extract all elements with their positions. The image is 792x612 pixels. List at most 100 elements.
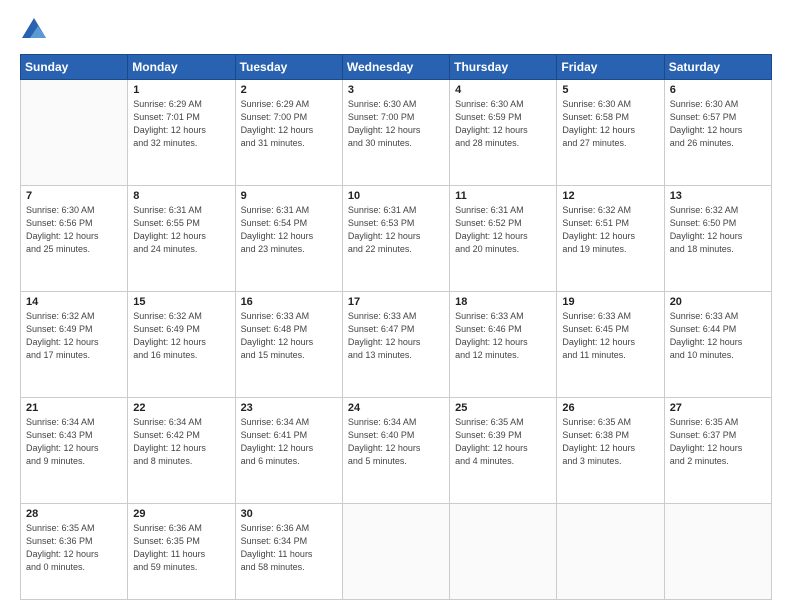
weekday-header-sunday: Sunday: [21, 55, 128, 80]
day-number: 19: [562, 296, 658, 308]
day-info: Sunrise: 6:31 AM Sunset: 6:54 PM Dayligh…: [241, 204, 337, 256]
logo-icon: [20, 16, 48, 44]
calendar-cell: 3 Sunrise: 6:30 AM Sunset: 7:00 PM Daylig…: [342, 80, 449, 186]
day-info: Sunrise: 6:35 AM Sunset: 6:38 PM Dayligh…: [562, 416, 658, 468]
day-number: 20: [670, 296, 766, 308]
page: SundayMondayTuesdayWednesdayThursdayFrid…: [0, 0, 792, 612]
calendar-cell: [664, 503, 771, 599]
calendar-cell: 28 Sunrise: 6:35 AM Sunset: 6:36 PM Dayli…: [21, 503, 128, 599]
calendar-cell: 22 Sunrise: 6:34 AM Sunset: 6:42 PM Dayli…: [128, 397, 235, 503]
week-row-2: 7 Sunrise: 6:30 AM Sunset: 6:56 PM Daylig…: [21, 185, 772, 291]
day-info: Sunrise: 6:30 AM Sunset: 6:59 PM Dayligh…: [455, 98, 551, 150]
day-number: 27: [670, 402, 766, 414]
day-number: 17: [348, 296, 444, 308]
day-info: Sunrise: 6:32 AM Sunset: 6:51 PM Dayligh…: [562, 204, 658, 256]
day-number: 23: [241, 402, 337, 414]
calendar-cell: 1Sunrise: 6:29 AM Sunset: 7:01 PM Daylig…: [128, 80, 235, 186]
day-info: Sunrise: 6:31 AM Sunset: 6:53 PM Dayligh…: [348, 204, 444, 256]
calendar-cell: 6 Sunrise: 6:30 AM Sunset: 6:57 PM Daylig…: [664, 80, 771, 186]
calendar-cell: 4 Sunrise: 6:30 AM Sunset: 6:59 PM Daylig…: [450, 80, 557, 186]
day-info: Sunrise: 6:31 AM Sunset: 6:55 PM Dayligh…: [133, 204, 229, 256]
day-info: Sunrise: 6:32 AM Sunset: 6:49 PM Dayligh…: [133, 310, 229, 362]
calendar-cell: 26 Sunrise: 6:35 AM Sunset: 6:38 PM Dayli…: [557, 397, 664, 503]
day-info: Sunrise: 6:30 AM Sunset: 6:57 PM Dayligh…: [670, 98, 766, 150]
calendar-cell: 18 Sunrise: 6:33 AM Sunset: 6:46 PM Dayli…: [450, 291, 557, 397]
calendar-cell: [342, 503, 449, 599]
day-info: Sunrise: 6:33 AM Sunset: 6:48 PM Dayligh…: [241, 310, 337, 362]
calendar-cell: 30 Sunrise: 6:36 AM Sunset: 6:34 PM Dayli…: [235, 503, 342, 599]
weekday-header-thursday: Thursday: [450, 55, 557, 80]
calendar-cell: 13Sunrise: 6:32 AM Sunset: 6:50 PM Dayli…: [664, 185, 771, 291]
calendar-cell: 5 Sunrise: 6:30 AM Sunset: 6:58 PM Daylig…: [557, 80, 664, 186]
day-number: 7: [26, 190, 122, 202]
day-info: Sunrise: 6:34 AM Sunset: 6:40 PM Dayligh…: [348, 416, 444, 468]
day-info: Sunrise: 6:33 AM Sunset: 6:47 PM Dayligh…: [348, 310, 444, 362]
calendar-cell: 15 Sunrise: 6:32 AM Sunset: 6:49 PM Dayli…: [128, 291, 235, 397]
day-info: Sunrise: 6:33 AM Sunset: 6:44 PM Dayligh…: [670, 310, 766, 362]
week-row-5: 28 Sunrise: 6:35 AM Sunset: 6:36 PM Dayli…: [21, 503, 772, 599]
calendar-cell: 27Sunrise: 6:35 AM Sunset: 6:37 PM Dayli…: [664, 397, 771, 503]
day-number: 15: [133, 296, 229, 308]
day-number: 8: [133, 190, 229, 202]
day-number: 10: [348, 190, 444, 202]
week-row-4: 21 Sunrise: 6:34 AM Sunset: 6:43 PM Dayli…: [21, 397, 772, 503]
day-number: 25: [455, 402, 551, 414]
calendar-cell: 9 Sunrise: 6:31 AM Sunset: 6:54 PM Daylig…: [235, 185, 342, 291]
calendar-cell: 8 Sunrise: 6:31 AM Sunset: 6:55 PM Daylig…: [128, 185, 235, 291]
day-number: 24: [348, 402, 444, 414]
day-info: Sunrise: 6:31 AM Sunset: 6:52 PM Dayligh…: [455, 204, 551, 256]
calendar-cell: 16 Sunrise: 6:33 AM Sunset: 6:48 PM Dayli…: [235, 291, 342, 397]
weekday-header-monday: Monday: [128, 55, 235, 80]
day-info: Sunrise: 6:34 AM Sunset: 6:42 PM Dayligh…: [133, 416, 229, 468]
day-info: Sunrise: 6:36 AM Sunset: 6:34 PM Dayligh…: [241, 522, 337, 574]
day-number: 9: [241, 190, 337, 202]
day-number: 3: [348, 84, 444, 96]
day-info: Sunrise: 6:29 AM Sunset: 7:00 PM Dayligh…: [241, 98, 337, 150]
day-info: Sunrise: 6:30 AM Sunset: 7:00 PM Dayligh…: [348, 98, 444, 150]
calendar-table: SundayMondayTuesdayWednesdayThursdayFrid…: [20, 54, 772, 600]
day-number: 11: [455, 190, 551, 202]
logo: [20, 16, 52, 44]
day-info: Sunrise: 6:35 AM Sunset: 6:39 PM Dayligh…: [455, 416, 551, 468]
day-number: 28: [26, 508, 122, 520]
weekday-header-friday: Friday: [557, 55, 664, 80]
day-number: 22: [133, 402, 229, 414]
day-info: Sunrise: 6:33 AM Sunset: 6:46 PM Dayligh…: [455, 310, 551, 362]
day-info: Sunrise: 6:32 AM Sunset: 6:49 PM Dayligh…: [26, 310, 122, 362]
calendar-cell: 14 Sunrise: 6:32 AM Sunset: 6:49 PM Dayli…: [21, 291, 128, 397]
day-number: 4: [455, 84, 551, 96]
day-info: Sunrise: 6:30 AM Sunset: 6:56 PM Dayligh…: [26, 204, 122, 256]
calendar-cell: 12Sunrise: 6:32 AM Sunset: 6:51 PM Dayli…: [557, 185, 664, 291]
calendar-cell: 25 Sunrise: 6:35 AM Sunset: 6:39 PM Dayli…: [450, 397, 557, 503]
day-number: 21: [26, 402, 122, 414]
calendar-cell: 24 Sunrise: 6:34 AM Sunset: 6:40 PM Dayli…: [342, 397, 449, 503]
day-number: 16: [241, 296, 337, 308]
day-number: 30: [241, 508, 337, 520]
day-info: Sunrise: 6:34 AM Sunset: 6:43 PM Dayligh…: [26, 416, 122, 468]
calendar-cell: 17 Sunrise: 6:33 AM Sunset: 6:47 PM Dayli…: [342, 291, 449, 397]
day-info: Sunrise: 6:35 AM Sunset: 6:36 PM Dayligh…: [26, 522, 122, 574]
calendar-cell: 23 Sunrise: 6:34 AM Sunset: 6:41 PM Dayli…: [235, 397, 342, 503]
day-number: 5: [562, 84, 658, 96]
day-number: 14: [26, 296, 122, 308]
day-number: 18: [455, 296, 551, 308]
calendar-cell: 29 Sunrise: 6:36 AM Sunset: 6:35 PM Dayli…: [128, 503, 235, 599]
weekday-header-wednesday: Wednesday: [342, 55, 449, 80]
calendar-cell: 11 Sunrise: 6:31 AM Sunset: 6:52 PM Dayli…: [450, 185, 557, 291]
day-info: Sunrise: 6:34 AM Sunset: 6:41 PM Dayligh…: [241, 416, 337, 468]
weekday-header-saturday: Saturday: [664, 55, 771, 80]
header: [20, 16, 772, 44]
calendar-cell: 19 Sunrise: 6:33 AM Sunset: 6:45 PM Dayli…: [557, 291, 664, 397]
day-info: Sunrise: 6:30 AM Sunset: 6:58 PM Dayligh…: [562, 98, 658, 150]
day-number: 13: [670, 190, 766, 202]
day-number: 29: [133, 508, 229, 520]
day-number: 6: [670, 84, 766, 96]
day-info: Sunrise: 6:36 AM Sunset: 6:35 PM Dayligh…: [133, 522, 229, 574]
calendar-cell: 10 Sunrise: 6:31 AM Sunset: 6:53 PM Dayli…: [342, 185, 449, 291]
calendar-cell: 2Sunrise: 6:29 AM Sunset: 7:00 PM Daylig…: [235, 80, 342, 186]
day-number: 26: [562, 402, 658, 414]
week-row-3: 14 Sunrise: 6:32 AM Sunset: 6:49 PM Dayli…: [21, 291, 772, 397]
day-number: 1: [133, 84, 229, 96]
calendar-cell: [21, 80, 128, 186]
day-info: Sunrise: 6:33 AM Sunset: 6:45 PM Dayligh…: [562, 310, 658, 362]
